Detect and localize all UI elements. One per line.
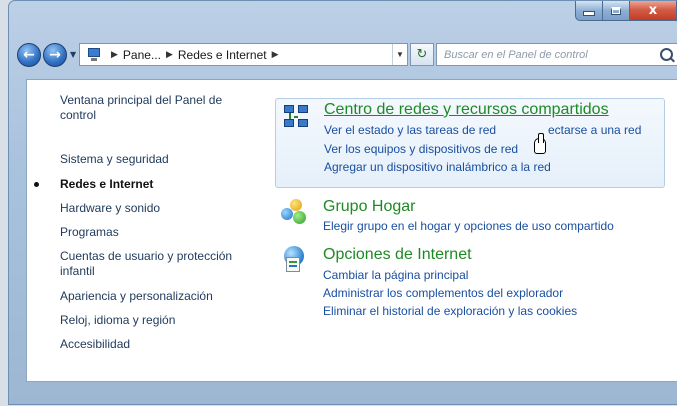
search-input[interactable]: Buscar en el Panel de control: [436, 43, 677, 66]
sidebar-item-programs[interactable]: Programas: [60, 225, 250, 240]
breadcrumb-separator-icon[interactable]: ▶: [166, 49, 173, 60]
sidebar-item-label: Redes e Internet: [60, 177, 154, 191]
current-item-bullet: [34, 182, 39, 187]
sidebar-item-user-accounts[interactable]: Cuentas de usuario y protección infantil: [60, 249, 250, 279]
control-panel-window: x ← → ▼ ▶ Pane... ▶ Redes e Internet ▶ ▼…: [8, 0, 677, 405]
window-bottom-frame: [26, 382, 677, 406]
content-pane: Ventana principal del Panel de control S…: [26, 79, 677, 382]
refresh-icon: ↻: [416, 47, 428, 62]
network-icon: [284, 105, 308, 129]
caption-buttons: x: [575, 1, 677, 25]
category-homegroup: Grupo Hogar Elegir grupo en el hogar y o…: [275, 195, 665, 237]
sidebar-item-network-internet: Redes e Internet: [34, 177, 250, 192]
task-link[interactable]: Eliminar el historial de exploración y l…: [323, 304, 577, 318]
recent-pages-dropdown[interactable]: ▼: [70, 50, 76, 59]
task-link[interactable]: Administrar los complementos del explora…: [323, 286, 563, 300]
back-button[interactable]: ←: [17, 43, 41, 67]
minimize-icon: [583, 11, 595, 16]
category-network-sharing: Centro de redes y recursos compartidos V…: [275, 98, 665, 188]
sidebar-item-home[interactable]: Ventana principal del Panel de control: [60, 93, 250, 123]
task-link[interactable]: Ver los equipos y dispositivos de red: [324, 142, 518, 156]
sidebar-item-appearance[interactable]: Apariencia y personalización: [60, 289, 250, 304]
breadcrumb-separator-icon[interactable]: ▶: [111, 49, 118, 60]
address-dropdown-button[interactable]: ▼: [392, 44, 407, 65]
hand-pointer-cursor-icon: [534, 133, 546, 154]
task-link[interactable]: Elegir grupo en el hogar y opciones de u…: [323, 219, 614, 233]
control-panel-icon: [86, 47, 102, 62]
sidebar-item-clock-language[interactable]: Reloj, idioma y región: [60, 313, 250, 328]
close-icon: x: [648, 3, 658, 18]
homegroup-icon: [281, 199, 307, 225]
category-title-link[interactable]: Grupo Hogar: [323, 198, 416, 216]
sidebar-item-hardware-sound[interactable]: Hardware y sonido: [60, 201, 250, 216]
internet-options-icon: [281, 246, 307, 274]
refresh-button[interactable]: ↻: [410, 43, 434, 66]
search-icon[interactable]: [660, 48, 673, 61]
navigation-bar: ← → ▼ ▶ Pane... ▶ Redes e Internet ▶ ▼ ↻…: [17, 41, 677, 69]
breadcrumb-separator-icon[interactable]: ▶: [272, 49, 279, 60]
breadcrumb-item[interactable]: Redes e Internet: [178, 48, 267, 62]
sidebar: Ventana principal del Panel de control S…: [27, 80, 258, 381]
maximize-button[interactable]: [603, 1, 630, 21]
close-button[interactable]: x: [630, 1, 677, 21]
arrow-left-icon: ←: [23, 47, 35, 63]
sidebar-item-system-security[interactable]: Sistema y seguridad: [60, 152, 250, 167]
task-link[interactable]: Cambiar la página principal: [323, 268, 468, 282]
forward-button[interactable]: →: [43, 43, 67, 67]
task-link[interactable]: ectarse a una red: [548, 123, 641, 137]
address-bar[interactable]: ▶ Pane... ▶ Redes e Internet ▶ ▼: [79, 43, 408, 66]
task-link[interactable]: Agregar un dispositivo inalámbrico a la …: [324, 160, 551, 174]
category-title-link[interactable]: Centro de redes y recursos compartidos: [324, 101, 609, 119]
breadcrumb-item[interactable]: Pane...: [123, 48, 161, 62]
task-link[interactable]: Ver el estado y las tareas de red: [324, 123, 496, 137]
maximize-icon: [611, 6, 621, 15]
category-title-link[interactable]: Opciones de Internet: [323, 246, 472, 264]
search-placeholder: Buscar en el Panel de control: [444, 48, 588, 61]
sidebar-item-accessibility[interactable]: Accesibilidad: [60, 337, 250, 352]
minimize-button[interactable]: [575, 1, 603, 21]
category-internet-options: Opciones de Internet Cambiar la página p…: [275, 244, 665, 318]
arrow-right-icon: →: [49, 47, 61, 63]
